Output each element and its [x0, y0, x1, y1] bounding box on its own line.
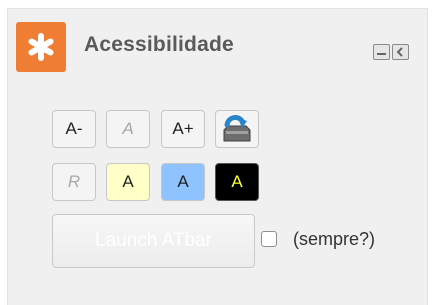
decrease-font-button[interactable]: A- — [52, 110, 96, 148]
reset-tray-icon — [223, 115, 251, 142]
always-checkbox[interactable] — [261, 231, 277, 247]
collapse-button[interactable] — [392, 44, 409, 60]
widget-title: Acessibilidade — [84, 33, 234, 56]
always-label: (sempre?) — [293, 229, 376, 249]
default-font-button: A — [106, 110, 150, 148]
blue-theme-button[interactable]: A — [161, 163, 205, 201]
asterisk-icon — [16, 22, 66, 72]
accessibility-widget: Acessibilidade A- A A+ R A A A Launch AT… — [7, 8, 428, 305]
increase-font-button[interactable]: A+ — [161, 110, 205, 148]
high-contrast-theme-button[interactable]: A — [215, 163, 259, 201]
minimize-button[interactable] — [373, 44, 390, 60]
reset-button[interactable] — [215, 110, 259, 148]
collapse-left-icon — [396, 47, 403, 57]
restore-colors-button: R — [52, 163, 96, 201]
launch-atbar-button[interactable]: Launch ATbar — [52, 214, 255, 268]
yellow-theme-button[interactable]: A — [106, 163, 150, 201]
minimize-icon — [377, 53, 386, 55]
